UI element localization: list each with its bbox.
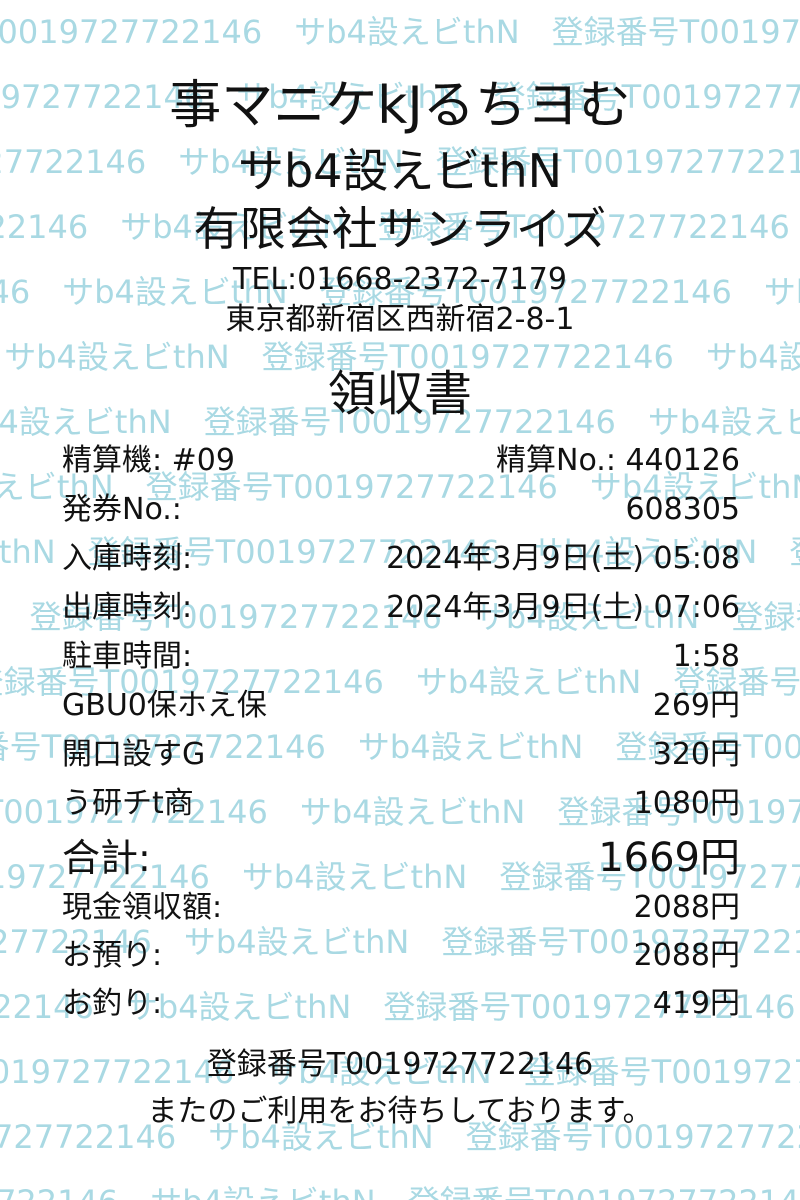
thanks-message: またのご利用をお待ちしております。 [147,1094,653,1129]
payment-row-deposit: お預り: 2088円 [62,938,740,974]
payment-label: 現金領収額: [62,890,223,925]
total-label: 合計: [62,836,151,880]
total-value: 1669円 [598,835,740,881]
payment-row-change: お釣り: 419円 [62,986,740,1022]
store-phone: TEL:01668-2372-7179 [233,262,567,297]
detail-label: う研チt商 [62,786,194,821]
payment-label: お預り: [62,938,163,973]
payment-row-cash: 現金領収額: 2088円 [62,890,740,926]
detail-value: 2024年3月9日(土) 07:06 [386,590,740,625]
detail-value: 1:58 [672,639,740,674]
detail-label: 精算機: #09 [62,443,235,478]
payment-value: 419円 [652,986,740,1021]
detail-value: 2024年3月9日(土) 05:08 [386,541,740,576]
detail-label: 出庫時刻: [62,590,193,625]
detail-row-machine: 精算機: #09 精算No.: 440126 [62,443,740,479]
detail-value: 269円 [652,688,740,723]
detail-row-item-3: う研チt商 1080円 [62,786,740,822]
store-name-line2: サb4設えビthN [237,144,563,198]
detail-label: GBU0保ホえ保 [62,688,267,723]
detail-value: 320円 [652,737,740,772]
total-row: 合計: 1669円 [62,836,740,880]
detail-row-duration: 駐車時間: 1:58 [62,639,740,675]
payment-value: 2088円 [633,890,740,925]
detail-label: 駐車時間: [62,639,193,674]
detail-label: 開口設すG [62,737,206,772]
detail-row-ticket: 発券No.: 608305 [62,492,740,528]
detail-row-entry-time: 入庫時刻: 2024年3月9日(土) 05:08 [62,541,740,577]
store-address: 東京都新宿区西新宿2-8-1 [225,302,575,337]
detail-value: 精算No.: 440126 [496,443,740,478]
detail-value: 1080円 [633,786,740,821]
payment-value: 2088円 [633,938,740,973]
company-name: 有限会社サンライズ [193,202,607,256]
detail-label: 発券No.: [62,492,182,527]
detail-row-item-1: GBU0保ホえ保 269円 [62,688,740,724]
payment-label: お釣り: [62,986,163,1021]
store-name-line1: 事マニケkJるちヨむ [169,76,631,136]
detail-row-exit-time: 出庫時刻: 2024年3月9日(土) 07:06 [62,590,740,626]
registration-number: 登録番号T0019727722146 [206,1047,594,1082]
receipt: 事マニケkJるちヨむ サb4設えビthN 有限会社サンライズ TEL:01668… [0,0,800,1200]
receipt-title: 領収書 [327,366,472,422]
detail-value: 608305 [625,492,740,527]
detail-row-item-2: 開口設すG 320円 [62,737,740,773]
detail-label: 入庫時刻: [62,541,193,576]
